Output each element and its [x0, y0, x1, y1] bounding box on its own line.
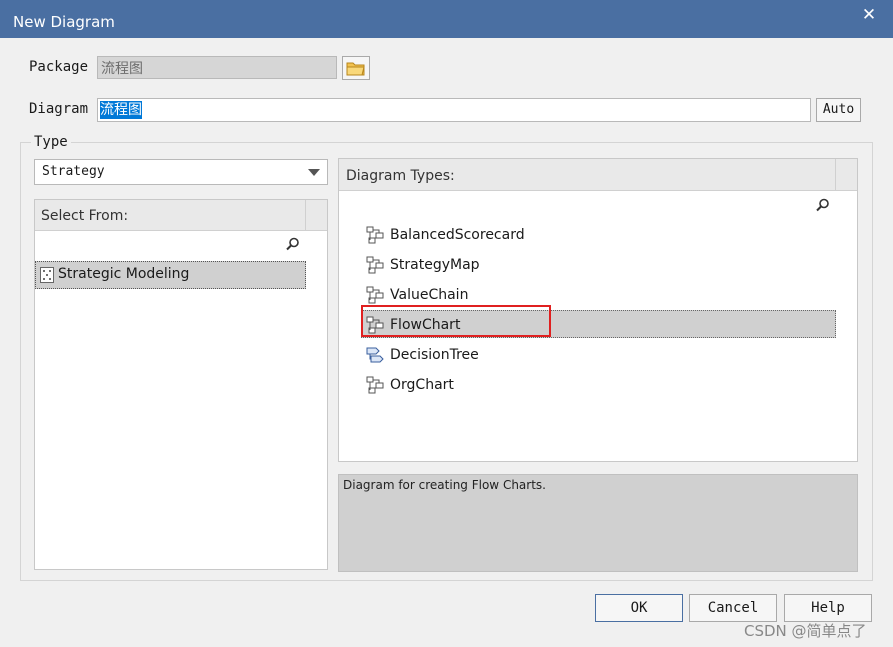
description-text: Diagram for creating Flow Charts. — [343, 478, 546, 492]
search-icon[interactable] — [816, 198, 830, 212]
chevron-down-icon — [308, 169, 320, 176]
folder-icon — [346, 62, 365, 76]
diagram-icon — [366, 256, 384, 274]
browse-package-button[interactable] — [342, 56, 370, 80]
title-bar: New Diagram ✕ — [0, 0, 893, 38]
ok-button[interactable]: OK — [595, 594, 683, 622]
type-label: FlowChart — [390, 317, 461, 333]
type-label: ValueChain — [390, 287, 469, 303]
diagram-type-orgchart[interactable]: OrgChart — [366, 374, 454, 396]
type-select-value: Strategy — [42, 164, 105, 179]
cancel-button[interactable]: Cancel — [689, 594, 777, 622]
diagram-type-flowchart[interactable]: FlowChart — [366, 314, 460, 336]
search-icon[interactable] — [286, 237, 300, 251]
type-label: BalancedScorecard — [390, 227, 525, 243]
package-field: 流程图 — [97, 56, 337, 79]
description-box: Diagram for creating Flow Charts. — [338, 474, 858, 572]
auto-button[interactable]: Auto — [816, 98, 861, 122]
list-item-strategic-modeling[interactable]: Strategic Modeling — [35, 261, 306, 289]
decision-tree-icon — [366, 347, 384, 363]
package-label: Package — [29, 59, 89, 75]
diagram-types-header: Diagram Types: — [339, 159, 857, 191]
diagram-name-input[interactable]: 流程图 — [97, 98, 811, 122]
diagram-type-valuechain[interactable]: ValueChain — [366, 284, 468, 306]
diagram-types-header-label: Diagram Types: — [346, 168, 455, 184]
select-from-panel: Select From: Strategic Modeling — [34, 199, 328, 570]
diagram-type-strategymap[interactable]: StrategyMap — [366, 254, 480, 276]
select-from-header: Select From: — [35, 200, 327, 231]
diagram-icon — [366, 376, 384, 394]
help-button[interactable]: Help — [784, 594, 872, 622]
type-label: DecisionTree — [390, 347, 479, 363]
diagram-type-balancedscorecard[interactable]: BalancedScorecard — [366, 224, 525, 246]
header-divider — [305, 200, 306, 231]
package-dots-icon — [40, 267, 54, 283]
strategic-modeling-label: Strategic Modeling — [58, 266, 190, 282]
window-title: New Diagram — [13, 13, 115, 31]
type-select[interactable]: Strategy — [34, 159, 328, 185]
type-label: StrategyMap — [390, 257, 480, 273]
close-icon[interactable]: ✕ — [858, 4, 880, 26]
select-from-header-label: Select From: — [41, 208, 129, 224]
diagram-name-value: 流程图 — [100, 101, 142, 119]
type-label: OrgChart — [390, 377, 454, 393]
header-divider — [835, 159, 836, 191]
diagram-type-decisiontree[interactable]: DecisionTree — [366, 344, 479, 366]
diagram-icon — [366, 286, 384, 304]
watermark-text: CSDN @简单点了 — [744, 622, 867, 640]
diagram-icon — [366, 226, 384, 244]
diagram-icon — [366, 316, 384, 334]
diagram-label: Diagram — [29, 101, 89, 117]
package-value: 流程图 — [101, 61, 143, 77]
type-group-label: Type — [31, 134, 71, 150]
